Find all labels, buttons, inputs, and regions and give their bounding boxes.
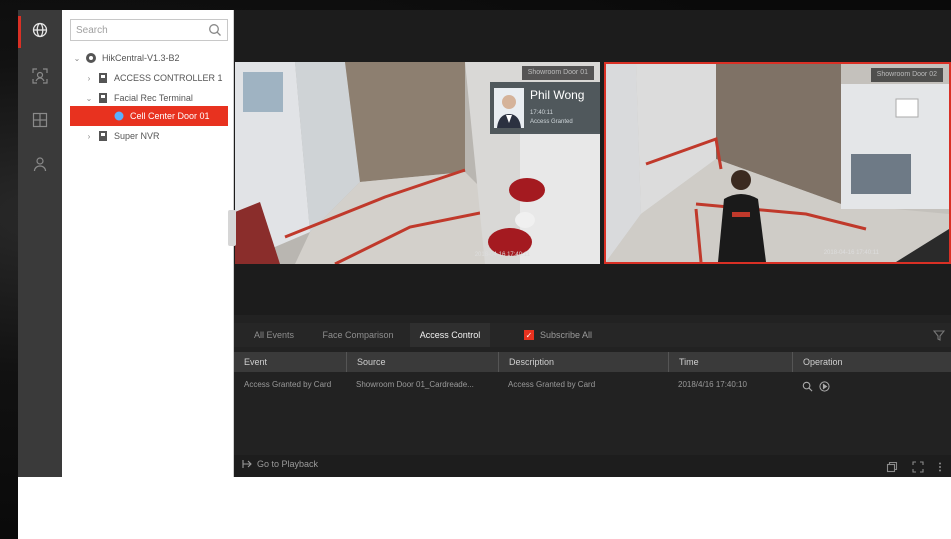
chevron-down-icon[interactable]: ⌄	[72, 54, 82, 63]
filter-icon[interactable]	[932, 328, 946, 341]
layout-grid-icon	[32, 112, 48, 133]
window-restore-icon[interactable]	[886, 460, 898, 473]
video-tile-1[interactable]: Showroom Door 01 2018-04-16 17:40:11 Phi…	[235, 62, 600, 264]
search-detail-icon[interactable]	[802, 379, 813, 392]
cell-time: 2018/4/16 17:40:10	[678, 380, 747, 389]
server-icon	[85, 52, 97, 64]
chevron-down-icon[interactable]: ⌄	[84, 94, 94, 103]
panel-collapse-handle[interactable]	[228, 210, 236, 246]
device-icon	[97, 130, 109, 142]
search-box	[70, 19, 228, 41]
video-tile-2[interactable]: Showroom Door 02 2018-04-16 17:40:11	[604, 62, 951, 264]
tree-node-facial-terminal[interactable]: ⌄ Facial Rec Terminal	[84, 88, 232, 108]
tree-node-label: ACCESS CONTROLLER 1	[114, 73, 223, 83]
tree-node-root[interactable]: ⌄ HikCentral-V1.3-B2	[72, 48, 232, 68]
live-view-area: Showroom Door 01 2018-04-16 17:40:11 Phi…	[234, 10, 951, 315]
device-icon	[97, 92, 109, 104]
left-icon-rail	[18, 10, 62, 477]
tree-node-label: HikCentral-V1.3-B2	[102, 53, 180, 63]
playback-label: Go to Playback	[257, 459, 319, 469]
tree-node-cell-center-door[interactable]: Cell Center Door 01	[70, 106, 228, 126]
event-tabs: All Events Face Comparison Access Contro…	[234, 323, 951, 347]
device-icon	[97, 72, 109, 84]
column-header-time[interactable]: Time	[668, 352, 792, 372]
page-background-strip	[18, 477, 951, 539]
chevron-right-icon[interactable]: ›	[84, 132, 94, 141]
cell-source: Showroom Door 01_Cardreade...	[356, 380, 474, 389]
rail-item-monitoring[interactable]	[18, 12, 62, 52]
person-name: Phil Wong	[530, 88, 585, 102]
checkbox-icon[interactable]: ✓	[524, 330, 534, 340]
tree-node-super-nvr[interactable]: › Super NVR	[84, 126, 232, 146]
event-table-header: Event Source Description Time Operation	[234, 352, 951, 372]
go-to-playback-link[interactable]: Go to Playback	[242, 459, 318, 469]
door-icon	[113, 110, 125, 122]
search-input[interactable]	[71, 20, 201, 41]
camera-label: Showroom Door 01	[521, 66, 594, 80]
chevron-right-icon[interactable]: ›	[84, 74, 94, 83]
video-timestamp: 2018-04-16 17:40:11	[823, 250, 879, 256]
event-panel-footer: Go to Playback	[234, 455, 951, 477]
tab-all-events[interactable]: All Events	[242, 323, 306, 347]
match-result: Access Granted	[530, 119, 573, 125]
event-panel: All Events Face Comparison Access Contro…	[234, 315, 951, 477]
column-header-source[interactable]: Source	[346, 352, 498, 372]
column-header-event[interactable]: Event	[234, 352, 346, 372]
tree-node-access-controller[interactable]: › ACCESS CONTROLLER 1	[84, 68, 232, 88]
tree-node-label: Cell Center Door 01	[130, 111, 210, 121]
cell-description: Access Granted by Card	[508, 380, 596, 389]
more-icon[interactable]	[934, 460, 946, 472]
face-photo	[494, 88, 524, 128]
face-scan-icon	[32, 67, 48, 89]
column-header-description[interactable]: Description	[498, 352, 668, 372]
rail-item-person[interactable]	[18, 146, 62, 186]
match-time: 17:40:11	[530, 110, 553, 116]
play-icon[interactable]	[819, 379, 830, 392]
resource-tree-panel: ⌄ HikCentral-V1.3-B2 › ACCESS CONTROLLER…	[62, 10, 234, 477]
rail-item-face[interactable]	[18, 58, 62, 98]
person-icon	[32, 156, 48, 177]
rail-item-layout[interactable]	[18, 102, 62, 142]
fullscreen-icon[interactable]	[912, 460, 924, 473]
subscribe-all-toggle[interactable]: ✓ Subscribe All	[524, 323, 592, 347]
column-header-operation[interactable]: Operation	[792, 352, 951, 372]
video-timestamp: 2018-04-16 17:40:11	[474, 252, 530, 258]
camera-label: Showroom Door 02	[870, 68, 943, 82]
tree-node-label: Facial Rec Terminal	[114, 93, 193, 103]
search-icon[interactable]	[208, 23, 222, 37]
face-match-card[interactable]: Phil Wong 17:40:11 Access Granted	[490, 82, 600, 134]
camera-feed-2	[606, 64, 949, 262]
subscribe-label: Subscribe All	[540, 330, 593, 340]
playback-icon	[242, 459, 252, 469]
hikcentral-app-window: ⌄ HikCentral-V1.3-B2 › ACCESS CONTROLLER…	[18, 10, 951, 477]
tab-face-comparison[interactable]: Face Comparison	[314, 323, 402, 347]
globe-icon	[32, 22, 48, 43]
tab-access-control[interactable]: Access Control	[410, 323, 490, 347]
cell-event: Access Granted by Card	[244, 380, 332, 389]
tree-node-label: Super NVR	[114, 131, 160, 141]
table-row[interactable]: Access Granted by Card Showroom Door 01_…	[234, 375, 951, 395]
